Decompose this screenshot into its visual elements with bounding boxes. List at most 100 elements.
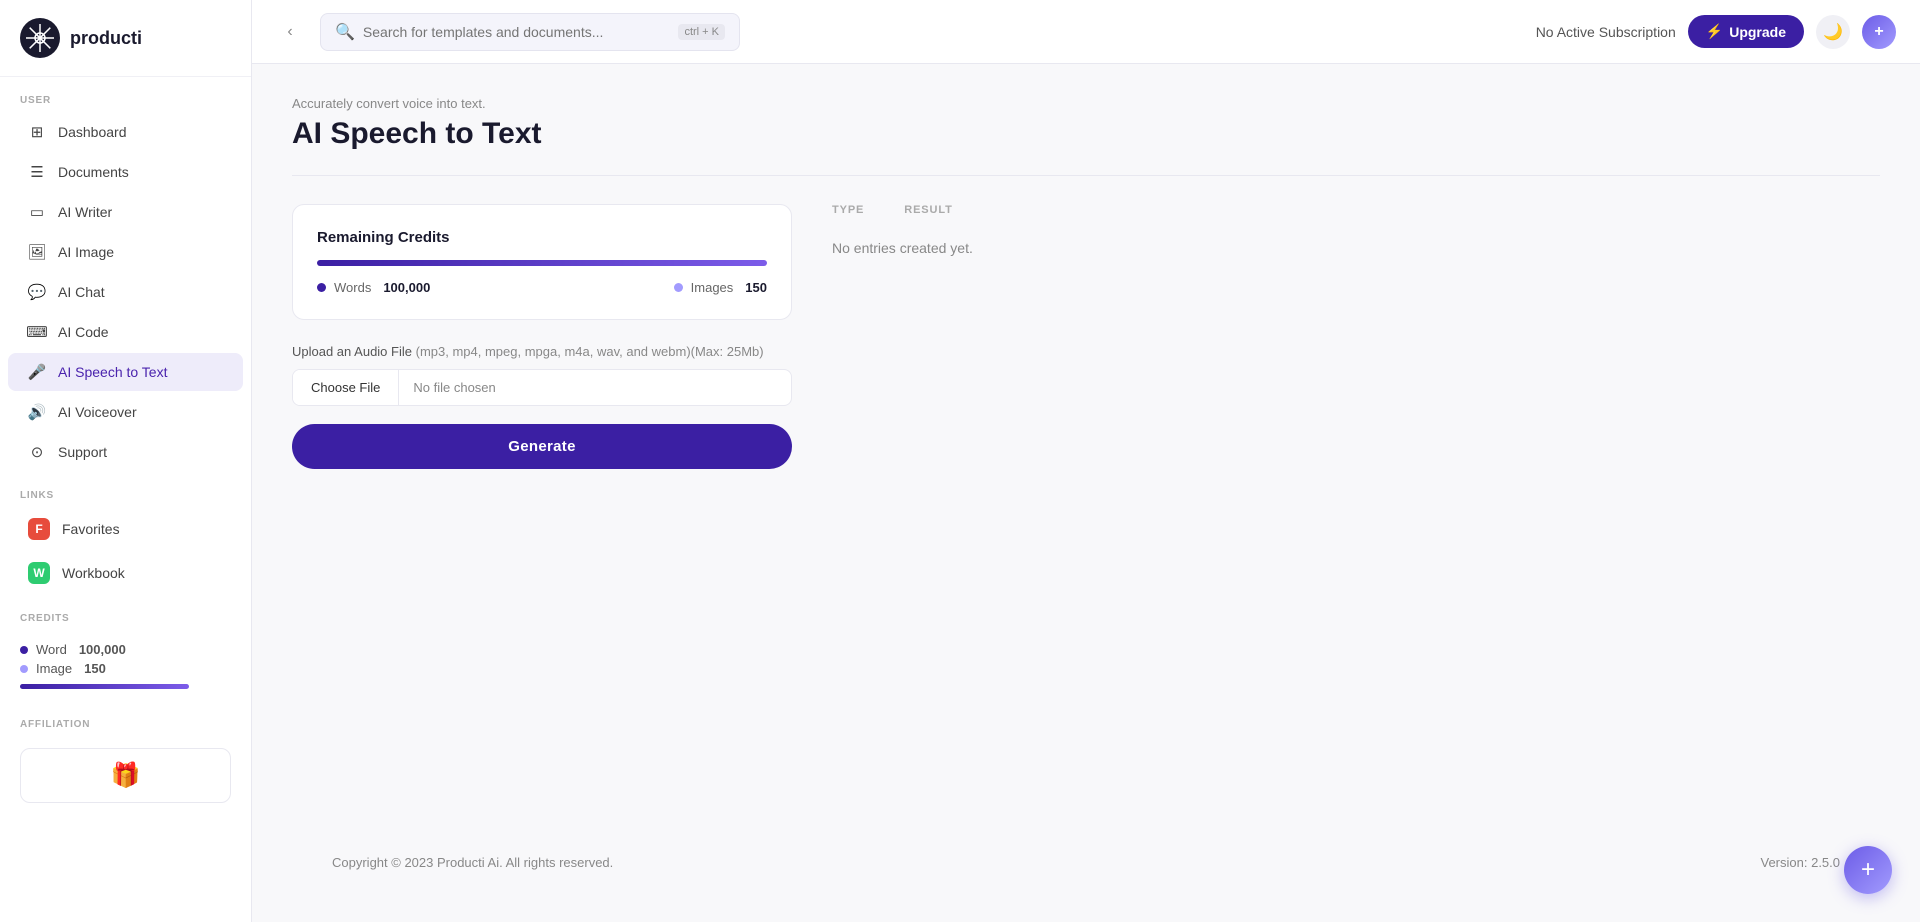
- favorites-badge: F: [28, 518, 50, 540]
- credits-card-progress: [317, 260, 767, 266]
- documents-icon: ☰: [28, 163, 46, 181]
- topbar: ‹ 🔍 ctrl + K No Active Subscription ⚡ Up…: [252, 0, 1920, 64]
- collapse-button[interactable]: ‹: [276, 18, 304, 46]
- words-stat-value: 100,000: [383, 280, 430, 295]
- image-dot: [20, 665, 28, 673]
- main-area: ‹ 🔍 ctrl + K No Active Subscription ⚡ Up…: [252, 0, 1920, 922]
- images-stat-value: 150: [745, 280, 767, 295]
- sidebar-item-ai-speech[interactable]: 🎤 AI Speech to Text: [8, 353, 243, 391]
- words-stat-label: Words: [334, 280, 371, 295]
- affiliation-icon: 🎁: [111, 761, 141, 790]
- word-value: 100,000: [79, 642, 126, 657]
- search-icon: 🔍: [335, 22, 355, 42]
- result-headers: TYPE RESULT: [832, 204, 1880, 216]
- sidebar-item-ai-chat-label: AI Chat: [58, 284, 105, 300]
- upload-label: Upload an Audio File (mp3, mp4, mpeg, mp…: [292, 344, 792, 359]
- sidebar-item-dashboard-label: Dashboard: [58, 124, 127, 140]
- words-stat: Words 100,000: [317, 280, 430, 295]
- theme-toggle-button[interactable]: 🌙: [1816, 15, 1850, 49]
- credits-card: Remaining Credits Words 100,000 Images 1…: [292, 204, 792, 320]
- search-box[interactable]: 🔍 ctrl + K: [320, 13, 740, 51]
- sidebar-item-support[interactable]: ⊙ Support: [8, 433, 243, 471]
- upgrade-button[interactable]: ⚡ Upgrade: [1688, 15, 1804, 48]
- affiliation-card: 🎁: [20, 748, 231, 803]
- sidebar-section-credits: CREDITS: [0, 595, 251, 630]
- user-avatar-button[interactable]: +: [1862, 15, 1896, 49]
- image-value: 150: [84, 661, 106, 676]
- credits-section: Word 100,000 Image 150: [0, 630, 251, 701]
- dashboard-icon: ⊞: [28, 123, 46, 141]
- fab-icon: +: [1861, 856, 1875, 884]
- sidebar-item-ai-image[interactable]: 🖼 AI Image: [8, 233, 243, 271]
- upgrade-icon: ⚡: [1706, 23, 1723, 40]
- ai-code-icon: ⌨: [28, 323, 46, 341]
- images-stat-label: Images: [691, 280, 734, 295]
- upload-label-text: Upload an Audio File: [292, 344, 412, 359]
- sidebar-section-affiliation: AFFILIATION: [0, 701, 251, 736]
- sidebar-item-ai-code-label: AI Code: [58, 324, 109, 340]
- footer: Copyright © 2023 Producti Ai. All rights…: [292, 835, 1880, 890]
- fab-button[interactable]: +: [1844, 846, 1892, 894]
- file-chosen-text: No file chosen: [399, 370, 509, 405]
- ai-image-icon: 🖼: [28, 243, 46, 261]
- content-area: Accurately convert voice into text. AI S…: [252, 64, 1920, 922]
- upgrade-label: Upgrade: [1729, 24, 1786, 40]
- image-label: Image: [36, 661, 72, 676]
- sidebar-item-ai-writer-label: AI Writer: [58, 204, 112, 220]
- choose-file-button[interactable]: Choose File: [293, 370, 399, 405]
- sidebar-item-ai-speech-label: AI Speech to Text: [58, 364, 167, 380]
- content-columns: Remaining Credits Words 100,000 Images 1…: [292, 204, 1880, 835]
- credits-word-row: Word 100,000: [20, 642, 231, 657]
- ai-speech-icon: 🎤: [28, 363, 46, 381]
- right-column: TYPE RESULT No entries created yet.: [832, 204, 1880, 835]
- sidebar-item-ai-code[interactable]: ⌨ AI Code: [8, 313, 243, 351]
- sidebar-item-favorites-label: Favorites: [62, 521, 120, 537]
- sidebar-item-documents[interactable]: ☰ Documents: [8, 153, 243, 191]
- sidebar-item-workbook[interactable]: W Workbook: [8, 552, 243, 594]
- page-subtitle: Accurately convert voice into text.: [292, 96, 1880, 111]
- logo-icon: [20, 18, 60, 58]
- sidebar-item-dashboard[interactable]: ⊞ Dashboard: [8, 113, 243, 151]
- footer-copyright: Copyright © 2023 Producti Ai. All rights…: [332, 855, 613, 870]
- credits-progress-bar: [20, 684, 189, 689]
- sidebar-item-ai-image-label: AI Image: [58, 244, 114, 260]
- sidebar-item-ai-voiceover-label: AI Voiceover: [58, 404, 137, 420]
- word-dot: [20, 646, 28, 654]
- generate-button[interactable]: Generate: [292, 424, 792, 469]
- word-label: Word: [36, 642, 67, 657]
- sidebar-logo: producti: [0, 0, 251, 77]
- ai-writer-icon: ▭: [28, 203, 46, 221]
- sidebar-item-documents-label: Documents: [58, 164, 129, 180]
- sidebar-item-ai-writer[interactable]: ▭ AI Writer: [8, 193, 243, 231]
- result-header: RESULT: [904, 204, 952, 216]
- sidebar-item-ai-chat[interactable]: 💬 AI Chat: [8, 273, 243, 311]
- search-input[interactable]: [363, 24, 671, 40]
- sidebar-item-ai-voiceover[interactable]: 🔊 AI Voiceover: [8, 393, 243, 431]
- images-stat-dot: [674, 283, 683, 292]
- affiliation-section: 🎁: [0, 736, 251, 815]
- no-entries-text: No entries created yet.: [832, 232, 1880, 264]
- workbook-badge: W: [28, 562, 50, 584]
- page-divider: [292, 175, 1880, 176]
- search-shortcut: ctrl + K: [678, 24, 725, 40]
- sidebar-item-favorites[interactable]: F Favorites: [8, 508, 243, 550]
- sidebar-item-workbook-label: Workbook: [62, 565, 125, 581]
- footer-version: Version: 2.5.0: [1761, 855, 1841, 870]
- images-stat: Images 150: [674, 280, 767, 295]
- credits-stats: Words 100,000 Images 150: [317, 280, 767, 295]
- support-icon: ⊙: [28, 443, 46, 461]
- subscription-text: No Active Subscription: [1536, 24, 1676, 40]
- type-header: TYPE: [832, 204, 864, 216]
- credits-image-row: Image 150: [20, 661, 231, 676]
- credits-card-title: Remaining Credits: [317, 229, 767, 246]
- page-title: AI Speech to Text: [292, 117, 1880, 151]
- file-input-wrapper: Choose File No file chosen: [292, 369, 792, 406]
- ai-voiceover-icon: 🔊: [28, 403, 46, 421]
- sidebar-item-support-label: Support: [58, 444, 107, 460]
- ai-chat-icon: 💬: [28, 283, 46, 301]
- sidebar-section-user: USER: [0, 77, 251, 112]
- topbar-right: No Active Subscription ⚡ Upgrade 🌙 +: [1536, 15, 1896, 49]
- words-stat-dot: [317, 283, 326, 292]
- sidebar: producti USER ⊞ Dashboard ☰ Documents ▭ …: [0, 0, 252, 922]
- sidebar-section-links: LINKS: [0, 472, 251, 507]
